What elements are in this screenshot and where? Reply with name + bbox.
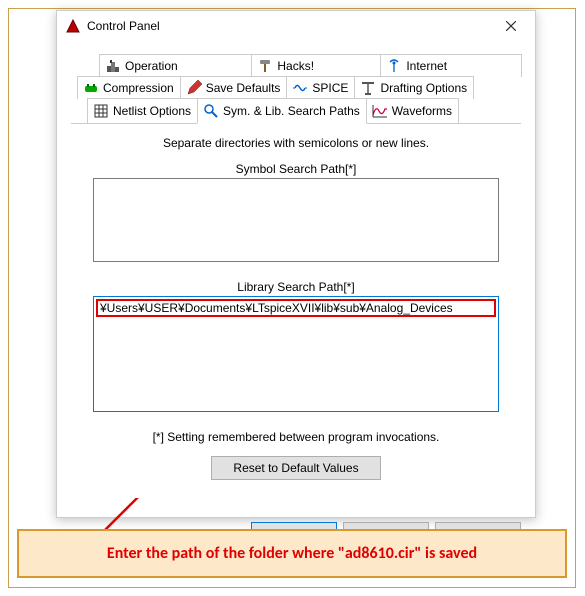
- operation-icon: [105, 58, 121, 74]
- tab-label: Sym. & Lib. Search Paths: [223, 104, 360, 118]
- pencil-icon: [186, 80, 202, 96]
- library-search-path-input[interactable]: ¥Users¥USER¥Documents¥LTspiceXVII¥lib¥su…: [93, 296, 499, 412]
- window-title: Control Panel: [87, 19, 489, 33]
- tab-save-defaults[interactable]: Save Defaults: [180, 76, 288, 99]
- waveform-icon: [372, 103, 388, 119]
- antenna-icon: [386, 58, 402, 74]
- tab-label: Drafting Options: [380, 81, 467, 95]
- instruction-text: Separate directories with semicolons or …: [93, 136, 499, 150]
- library-path-highlight: ¥Users¥USER¥Documents¥LTspiceXVII¥lib¥su…: [96, 299, 496, 317]
- tab-label: Waveforms: [392, 104, 452, 118]
- callout-box: Enter the path of the folder where "ad86…: [17, 529, 567, 578]
- titlebar: Control Panel: [57, 11, 535, 41]
- dialog-body: Operation Hacks! Internet: [57, 41, 535, 512]
- library-path-label: Library Search Path[*]: [93, 280, 499, 294]
- netlist-icon: [93, 103, 109, 119]
- tab-row-2: Compression Save Defaults SPICE: [71, 76, 521, 99]
- library-path-value: ¥Users¥USER¥Documents¥LTspiceXVII¥lib¥su…: [100, 301, 453, 315]
- tab-label: Hacks!: [277, 59, 314, 73]
- reset-to-default-button[interactable]: Reset to Default Values: [211, 456, 381, 480]
- tab-label: Netlist Options: [113, 104, 191, 118]
- tab-label: SPICE: [312, 81, 348, 95]
- symbol-search-path-input[interactable]: [93, 178, 499, 262]
- tab-spice[interactable]: SPICE: [286, 76, 355, 99]
- tab-sym-lib-search-paths[interactable]: Sym. & Lib. Search Paths: [197, 98, 367, 124]
- tab-row-1: Operation Hacks! Internet: [71, 54, 521, 77]
- symbol-path-label: Symbol Search Path[*]: [93, 162, 499, 176]
- tab-internet[interactable]: Internet: [380, 54, 522, 77]
- tab-label: Compression: [103, 81, 174, 95]
- tab-operation[interactable]: Operation: [99, 54, 252, 77]
- tab-waveforms[interactable]: Waveforms: [366, 98, 459, 123]
- tab-label: Internet: [406, 59, 447, 73]
- tab-compression[interactable]: Compression: [77, 76, 181, 99]
- callout-text: Enter the path of the folder where "ad86…: [107, 544, 477, 563]
- tab-drafting-options[interactable]: Drafting Options: [354, 76, 474, 99]
- tab-label: Save Defaults: [206, 81, 281, 95]
- close-icon: [506, 21, 516, 31]
- tab-netlist-options[interactable]: Netlist Options: [87, 98, 198, 123]
- control-panel-dialog: Control Panel Operation Hacks!: [56, 10, 536, 518]
- tab-content: Separate directories with semicolons or …: [71, 123, 521, 498]
- spice-icon: [292, 80, 308, 96]
- close-button[interactable]: [489, 12, 533, 40]
- compression-icon: [83, 80, 99, 96]
- footnote-text: [*] Setting remembered between program i…: [93, 430, 499, 444]
- tab-hacks[interactable]: Hacks!: [251, 54, 381, 77]
- tab-label: Operation: [125, 59, 178, 73]
- hammer-icon: [257, 58, 273, 74]
- app-icon: [65, 18, 81, 34]
- drafting-icon: [360, 80, 376, 96]
- magnifier-icon: [203, 103, 219, 119]
- tab-row-3: Netlist Options Sym. & Lib. Search Paths…: [71, 98, 521, 123]
- tab-strip: Operation Hacks! Internet: [71, 54, 521, 123]
